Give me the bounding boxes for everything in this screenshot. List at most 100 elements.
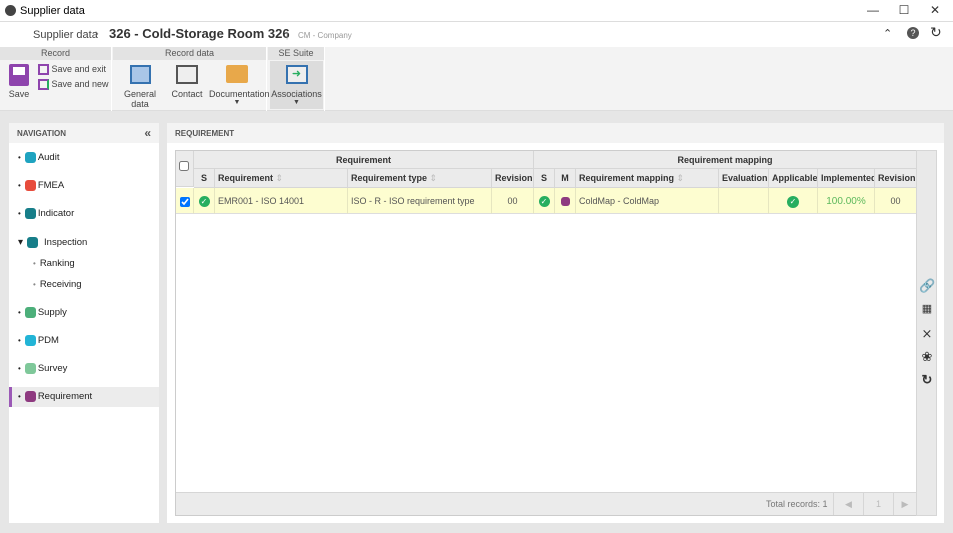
nav-item-receiving[interactable]: • Receiving	[9, 275, 159, 295]
nav-item-survey[interactable]: • Survey	[9, 359, 159, 379]
refresh-icon[interactable]: ↻	[919, 372, 935, 388]
collapse-up-icon[interactable]: ⌃	[883, 27, 892, 40]
ribbon-group-se-suite: SE Suite ➜ Associations ▼	[268, 47, 325, 111]
table-cell: ✓	[769, 188, 818, 214]
nav-item-indicator[interactable]: • Indicator	[9, 204, 159, 224]
bullet-icon: •	[18, 153, 21, 162]
nav-item-label: Inspection	[44, 237, 88, 248]
column-header[interactable]: Requirement type ⇕	[348, 169, 492, 188]
contact-button[interactable]: Contact	[169, 65, 205, 99]
minimize-button[interactable]: —	[863, 3, 883, 19]
nav-item-label: Requirement	[37, 391, 93, 402]
next-page-button[interactable]: ▶	[893, 493, 916, 515]
help-icon[interactable]: ?	[907, 27, 919, 39]
ribbon-toolbar: Record Save Save and exit Save and new R…	[0, 47, 953, 111]
column-label: Requirement	[218, 173, 274, 183]
associations-label: Associations	[271, 89, 322, 99]
table-cell: ✓	[534, 188, 555, 214]
bullet-icon: •	[18, 181, 21, 190]
column-header[interactable]: Requirement mapping ⇕	[576, 169, 719, 188]
page-number[interactable]: 1	[863, 493, 893, 515]
view-record-icon[interactable]: ▦	[919, 302, 935, 318]
documentation-button[interactable]: Documentation ▼	[209, 65, 270, 106]
nav-item-supply[interactable]: • Supply	[9, 303, 159, 323]
status-badge-icon: ✓	[538, 196, 550, 208]
nav-item-fmea[interactable]: • FMEA	[9, 176, 159, 196]
column-header[interactable]: Evaluation	[719, 169, 769, 188]
nav-item-inspection[interactable]: ▾ Inspection	[9, 233, 159, 253]
column-header[interactable]: Implemented	[818, 169, 875, 188]
sort-icon: ⇕	[676, 173, 685, 183]
nav-item-audit[interactable]: • Audit	[9, 148, 159, 168]
nav-item-label: Audit	[37, 152, 60, 163]
folder-clip-icon	[226, 65, 248, 83]
mapping-value: ColdMap - ColdMap	[579, 196, 660, 206]
nav-item-pdm[interactable]: • PDM	[9, 331, 159, 351]
documentation-label: Documentation	[209, 89, 270, 99]
contact-label: Contact	[171, 89, 203, 99]
save-and-exit-button[interactable]: Save and exit	[38, 64, 106, 76]
column-header[interactable]: Revision	[492, 169, 534, 188]
column-label: S	[540, 173, 547, 183]
grid-footer: Total records: 1 ◀ 1 ▶	[176, 492, 916, 515]
general-data-label: General data	[123, 89, 157, 109]
column-label: Requirement mapping	[579, 173, 675, 183]
column-label: Revision	[495, 173, 533, 183]
column-label: Requirement type	[351, 173, 428, 183]
link-icon[interactable]: 🔗	[919, 278, 935, 294]
total-records: Total records: 1	[766, 499, 828, 509]
column-header[interactable]: M	[555, 169, 576, 188]
prev-page-button[interactable]: ◀	[833, 493, 863, 515]
refresh-icon[interactable]: ↻	[930, 24, 942, 41]
certificate-icon[interactable]: ❀	[919, 349, 935, 365]
column-label: S	[200, 173, 207, 183]
navigation-title: NAVIGATION	[17, 129, 67, 138]
company-label: CM - Company	[298, 31, 352, 40]
group-label: Record data	[113, 47, 266, 60]
close-button[interactable]: ✕	[925, 3, 945, 19]
maximize-button[interactable]: ☐	[894, 3, 914, 19]
sort-icon: ⇕	[275, 173, 284, 183]
dropdown-arrow-icon: ▼	[233, 99, 241, 106]
inspection-icon	[27, 236, 39, 248]
save-and-new-button[interactable]: Save and new	[38, 79, 109, 91]
ribbon-group-record: Record Save Save and exit Save and new	[0, 47, 112, 111]
nav-item-requirement[interactable]: • Requirement	[9, 387, 159, 407]
table-cell	[719, 188, 769, 214]
window-icon	[129, 65, 151, 84]
nav-item-label: Receiving	[39, 279, 82, 290]
nav-item-ranking[interactable]: • Ranking	[9, 254, 159, 274]
table-cell: ColdMap - ColdMap	[576, 188, 719, 214]
column-header[interactable]: Applicable	[769, 169, 818, 188]
column-label: Revision	[878, 173, 916, 183]
requirement-value: EMR001 - ISO 14001	[218, 196, 305, 206]
bullet-icon: •	[18, 336, 21, 345]
column-header[interactable]: S	[534, 169, 555, 188]
associations-button[interactable]: ➜ Associations ▼	[270, 61, 323, 109]
save-new-icon	[38, 79, 49, 91]
table-cell: 00	[492, 188, 534, 214]
column-header[interactable]: S	[194, 169, 215, 188]
breadcrumb[interactable]: Supplier data	[33, 29, 98, 41]
bullet-icon: •	[18, 308, 21, 317]
general-data-button[interactable]: General data	[117, 65, 163, 109]
bullet-icon: •	[18, 364, 21, 373]
bullet-icon: •	[18, 209, 21, 218]
column-label: Evaluation	[722, 173, 768, 183]
column-header[interactable]: Revision	[875, 169, 917, 188]
save-exit-icon	[38, 64, 49, 76]
column-header[interactable]: Requirement ⇕	[215, 169, 348, 188]
title-bar: Supplier data — ☐ ✕	[0, 0, 953, 22]
table-cell	[176, 188, 194, 214]
collapse-icon[interactable]: «	[144, 126, 151, 140]
save-button[interactable]: Save	[6, 64, 32, 99]
table-cell: ISO - R - ISO requirement type	[348, 188, 492, 214]
table-cell: EMR001 - ISO 14001	[215, 188, 348, 214]
row-checkbox[interactable]	[179, 196, 190, 207]
status-badge-icon: ✓	[198, 196, 210, 208]
survey-icon	[24, 362, 36, 374]
navigation-panel: NAVIGATION « • Audit • FMEA • Indicator ▾ Inspec…	[9, 123, 159, 523]
nav-item-label: Supply	[37, 307, 67, 318]
unlink-icon[interactable]: ⨯	[919, 326, 935, 342]
select-all-checkbox[interactable]	[179, 161, 189, 171]
